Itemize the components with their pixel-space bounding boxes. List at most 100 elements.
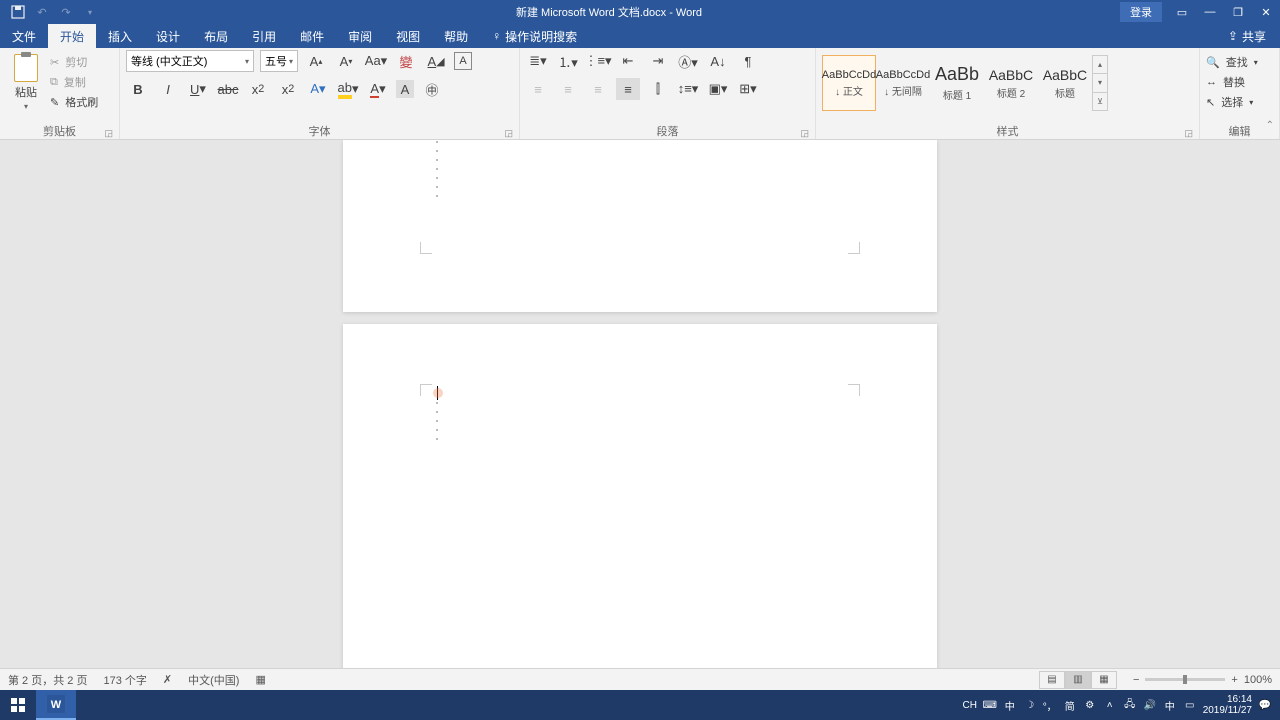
zoom-level[interactable]: 100% [1244, 674, 1272, 686]
tab-insert[interactable]: 插入 [96, 24, 144, 48]
underline-button[interactable]: U▾ [186, 78, 210, 100]
shrink-font-button[interactable]: A▾ [334, 50, 358, 72]
char-border-button[interactable]: A [454, 52, 472, 70]
redo-icon[interactable]: ↷ [58, 4, 74, 20]
char-shading-button[interactable]: A [396, 80, 414, 98]
shading-button[interactable]: ▣▾ [706, 78, 730, 100]
collapse-ribbon-icon[interactable]: ⌃ [1266, 120, 1274, 131]
style-normal[interactable]: AaBbCcDd↓ 正文 [822, 55, 876, 111]
justify-button[interactable]: ≡ [616, 78, 640, 100]
tray-ime-lang-icon[interactable]: 中 [1163, 698, 1177, 712]
tab-review[interactable]: 审阅 [336, 24, 384, 48]
tray-ime-zhong-icon[interactable]: 中 [1003, 698, 1017, 712]
font-family-combo[interactable]: 等线 (中文正文)▾ [126, 50, 254, 72]
font-launcher-icon[interactable]: ◲ [504, 128, 513, 139]
status-language[interactable]: 中文(中国) [188, 672, 239, 688]
replace-button[interactable]: ↔替换 [1206, 74, 1258, 90]
tray-network-icon[interactable]: 🖧 [1123, 698, 1137, 712]
clear-formatting-button[interactable]: A◢ [424, 50, 448, 72]
start-button[interactable] [0, 690, 36, 720]
font-color-button[interactable]: A▾ [366, 78, 390, 100]
web-layout-button[interactable]: ▦ [1091, 671, 1117, 689]
page-1[interactable] [343, 140, 937, 312]
document-area[interactable] [0, 140, 1280, 668]
select-button[interactable]: ↖选择▾ [1206, 94, 1258, 110]
tab-tellme[interactable]: ♀ 操作说明搜索 [480, 24, 589, 48]
line-spacing-button[interactable]: ↕≡▾ [676, 78, 700, 100]
highlight-button[interactable]: ab▾ [336, 78, 360, 100]
tab-design[interactable]: 设计 [144, 24, 192, 48]
tray-keyboard-icon[interactable]: ⌨ [983, 698, 997, 712]
asian-layout-button[interactable]: Ⓐ▾ [676, 50, 700, 72]
tab-help[interactable]: 帮助 [432, 24, 480, 48]
page-2[interactable] [343, 324, 937, 668]
align-right-button[interactable]: ≡ [586, 78, 610, 100]
tray-ch-icon[interactable]: CH [963, 698, 977, 712]
read-mode-button[interactable]: ▤ [1039, 671, 1065, 689]
multilevel-button[interactable]: ⋮≡▾ [586, 50, 610, 72]
styles-launcher-icon[interactable]: ◲ [1184, 128, 1193, 139]
tray-gear-icon[interactable]: ⚙ [1083, 698, 1097, 712]
undo-icon[interactable]: ↶ [34, 4, 50, 20]
tray-clock[interactable]: 16:14 2019/11/27 [1203, 694, 1252, 716]
bullets-button[interactable]: ≣▾ [526, 50, 550, 72]
tab-view[interactable]: 视图 [384, 24, 432, 48]
save-icon[interactable] [10, 4, 26, 20]
find-button[interactable]: 🔍查找▾ [1206, 54, 1258, 70]
enclose-char-button[interactable]: ㊥ [420, 78, 444, 100]
tab-references[interactable]: 引用 [240, 24, 288, 48]
maximize-icon[interactable]: ❐ [1224, 0, 1252, 24]
tab-home[interactable]: 开始 [48, 24, 96, 48]
zoom-out-button[interactable]: − [1133, 674, 1139, 686]
tab-mail[interactable]: 邮件 [288, 24, 336, 48]
subscript-button[interactable]: x2 [246, 78, 270, 100]
qat-dropdown-icon[interactable]: ▾ [82, 4, 98, 20]
change-case-button[interactable]: Aa▾ [364, 50, 388, 72]
tray-ime-jian-icon[interactable]: 简 [1063, 698, 1077, 712]
format-painter-button[interactable]: ✎格式刷 [50, 94, 98, 110]
style-nospacing[interactable]: AaBbCcDd↓ 无间隔 [876, 55, 930, 111]
superscript-button[interactable]: x2 [276, 78, 300, 100]
strikethrough-button[interactable]: abc [216, 78, 240, 100]
tray-moon-icon[interactable]: ☽ [1023, 698, 1037, 712]
ribbon-display-icon[interactable]: ▭ [1168, 0, 1196, 24]
font-size-combo[interactable]: 五号▾ [260, 50, 298, 72]
style-heading1[interactable]: AaBb标题 1 [930, 55, 984, 111]
style-heading2[interactable]: AaBbC标题 2 [984, 55, 1038, 111]
print-layout-button[interactable]: ▥ [1065, 671, 1091, 689]
taskbar-word[interactable]: W [36, 690, 76, 720]
italic-button[interactable]: I [156, 78, 180, 100]
numbering-button[interactable]: ⒈▾ [556, 50, 580, 72]
grow-font-button[interactable]: A▴ [304, 50, 328, 72]
tray-punct-icon[interactable]: °， [1043, 698, 1057, 712]
borders-button[interactable]: ⊞▾ [736, 78, 760, 100]
zoom-slider[interactable] [1145, 678, 1225, 681]
tray-chevron-up-icon[interactable]: ˄ [1103, 698, 1117, 712]
decrease-indent-button[interactable]: ⇤ [616, 50, 640, 72]
tray-action-center-icon[interactable]: ▭ [1183, 698, 1197, 712]
macro-icon[interactable]: ▦ [255, 673, 265, 686]
clipboard-launcher-icon[interactable]: ◲ [104, 128, 113, 139]
tray-volume-icon[interactable]: 🔊 [1143, 698, 1157, 712]
status-page[interactable]: 第 2 页，共 2 页 [8, 672, 87, 688]
login-button[interactable]: 登录 [1120, 2, 1162, 22]
spellcheck-icon[interactable]: ✗ [163, 673, 172, 686]
phonetic-guide-button[interactable]: 變 [394, 50, 418, 72]
share-button[interactable]: ⇪ 共享 [1214, 24, 1280, 48]
align-center-button[interactable]: ≡ [556, 78, 580, 100]
zoom-in-button[interactable]: + [1231, 674, 1237, 686]
paragraph-launcher-icon[interactable]: ◲ [800, 128, 809, 139]
show-marks-button[interactable]: ¶ [736, 50, 760, 72]
distribute-button[interactable]: ⫿ [646, 78, 670, 100]
styles-expand-button[interactable]: ▴▾⊻ [1092, 55, 1108, 111]
status-words[interactable]: 173 个字 [103, 672, 146, 688]
tab-layout[interactable]: 布局 [192, 24, 240, 48]
increase-indent-button[interactable]: ⇥ [646, 50, 670, 72]
style-title[interactable]: AaBbC标题 [1038, 55, 1092, 111]
tray-notification-icon[interactable]: 💬 [1258, 698, 1272, 712]
tab-file[interactable]: 文件 [0, 24, 48, 48]
minimize-icon[interactable]: — [1196, 0, 1224, 24]
bold-button[interactable]: B [126, 78, 150, 100]
text-effects-button[interactable]: A▾ [306, 78, 330, 100]
sort-button[interactable]: A↓ [706, 50, 730, 72]
